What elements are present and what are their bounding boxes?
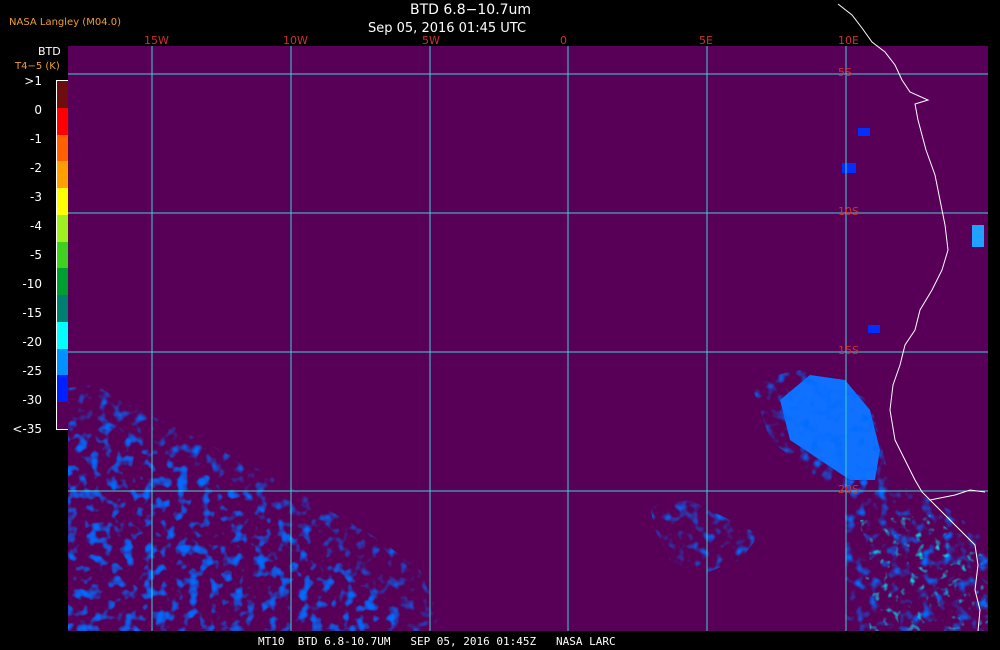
cloud-cell [842,163,856,173]
longitude-label: 0 [560,34,567,47]
longitude-label: 10W [283,34,308,47]
longitude-label: 5E [699,34,713,47]
footer-caption: MT10 BTD 6.8-10.7UM SEP 05, 2016 01:45Z … [258,635,616,648]
longitude-label: 15W [144,34,169,47]
latitude-label: 10S [838,205,859,218]
longitude-label: 10E [838,34,859,47]
longitude-label: 5W [422,34,440,47]
cloud-cell [868,325,880,333]
satellite-map [68,3,988,632]
latitude-label: 15S [838,344,859,357]
latitude-label: 5S [838,66,852,79]
cloud-cell [858,128,870,136]
latitude-label: 20S [838,483,859,496]
cloud-cell [972,225,984,247]
